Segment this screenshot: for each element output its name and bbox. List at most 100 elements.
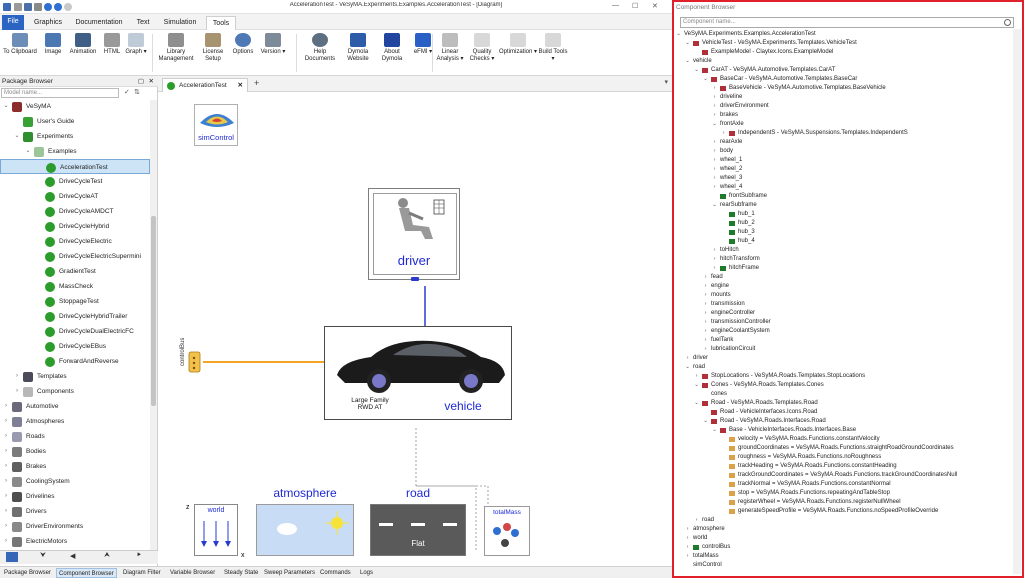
package-item[interactable]: User's Guide: [0, 114, 150, 129]
expand-arrow-icon[interactable]: ›: [720, 129, 727, 138]
tab-graphics[interactable]: Graphics: [30, 16, 66, 30]
expand-arrow-icon[interactable]: ›: [693, 516, 700, 525]
html-button[interactable]: HTML: [100, 33, 124, 56]
animation-button[interactable]: Animation: [66, 33, 100, 56]
to-clipboard-button[interactable]: To Clipboard: [0, 33, 40, 56]
library-management-button[interactable]: Library Management: [156, 33, 196, 63]
graph-button[interactable]: Graph ▾: [124, 33, 148, 56]
tab-simulation[interactable]: Simulation: [160, 16, 200, 30]
expand-arrow-icon[interactable]: ›: [702, 282, 709, 291]
close-panel-icon[interactable]: ✕: [149, 76, 154, 87]
expand-arrow-icon[interactable]: ⌄: [702, 75, 709, 84]
expand-arrow-icon[interactable]: ›: [2, 474, 10, 489]
expand-arrow-icon[interactable]: ›: [684, 552, 691, 561]
package-item[interactable]: AccelerationTest: [0, 159, 150, 174]
package-item[interactable]: › Brakes: [0, 459, 150, 474]
expand-arrow-icon[interactable]: ›: [702, 273, 709, 282]
totalmass-block[interactable]: totalMass: [484, 506, 530, 556]
package-item[interactable]: DriveCycleDualElectricFC: [0, 324, 150, 339]
options-button[interactable]: Options: [228, 33, 258, 56]
nav-right-icon[interactable]: ⯈: [136, 552, 142, 560]
dymola-website-button[interactable]: Dymola Website: [340, 33, 376, 63]
quality-checks-button[interactable]: Quality Checks ▾: [466, 33, 498, 63]
tab-package-browser[interactable]: Package Browser: [2, 568, 53, 578]
package-item[interactable]: DriveCycleElectric: [0, 234, 150, 249]
optimization-button[interactable]: Optimization ▾: [498, 33, 538, 56]
tab-logs[interactable]: Logs: [358, 568, 375, 578]
expand-arrow-icon[interactable]: ›: [711, 93, 718, 102]
expand-arrow-icon[interactable]: ›: [711, 84, 718, 93]
road-block[interactable]: Flat: [370, 504, 466, 556]
expand-arrow-icon[interactable]: ›: [2, 459, 10, 474]
pin-icon[interactable]: ▢: [138, 76, 144, 87]
new-file-icon[interactable]: [14, 3, 22, 11]
expand-arrow-icon[interactable]: ›: [702, 345, 709, 354]
sort-icon[interactable]: ⇅: [134, 88, 140, 96]
package-item[interactable]: DriveCycleAT: [0, 189, 150, 204]
package-item[interactable]: DriveCycleAMDCT: [0, 204, 150, 219]
expand-arrow-icon[interactable]: ⌄: [684, 363, 691, 372]
model-name-filter[interactable]: Model name...: [1, 88, 119, 98]
package-item[interactable]: MassCheck: [0, 279, 150, 294]
package-item[interactable]: DriveCycleHybrid: [0, 219, 150, 234]
expand-arrow-icon[interactable]: ⌄: [693, 399, 700, 408]
package-item[interactable]: › Bodies: [0, 444, 150, 459]
filter-toggle-icon[interactable]: ✓: [124, 88, 130, 96]
expand-arrow-icon[interactable]: ›: [2, 414, 10, 429]
version-button[interactable]: Version ▾: [258, 33, 288, 56]
expand-arrow-icon[interactable]: ›: [711, 138, 718, 147]
package-item[interactable]: › DriverEnvironments: [0, 519, 150, 534]
tab-file[interactable]: File: [2, 15, 24, 30]
expand-arrow-icon[interactable]: ›: [684, 543, 691, 552]
package-item[interactable]: ForwardAndReverse: [0, 354, 150, 369]
package-item[interactable]: › Templates: [0, 369, 150, 384]
tab-commands[interactable]: Commands: [318, 568, 353, 578]
package-item[interactable]: › Roads: [0, 429, 150, 444]
tab-tools[interactable]: Tools: [206, 16, 236, 30]
expand-arrow-icon[interactable]: ›: [711, 246, 718, 255]
expand-arrow-icon[interactable]: ›: [702, 309, 709, 318]
package-item[interactable]: DriveCycleTest: [0, 174, 150, 189]
driver-output-port[interactable]: [411, 277, 419, 281]
close-icon[interactable]: ✕: [652, 2, 658, 10]
library-window-icon[interactable]: [6, 552, 18, 562]
close-circle-icon[interactable]: [64, 3, 72, 11]
expand-arrow-icon[interactable]: ›: [702, 300, 709, 309]
expand-arrow-icon[interactable]: ›: [13, 369, 21, 384]
expand-arrow-icon[interactable]: ›: [13, 384, 21, 399]
expand-arrow-icon[interactable]: ›: [711, 111, 718, 120]
expand-arrow-icon[interactable]: ⌄: [2, 99, 10, 114]
expand-arrow-icon[interactable]: ›: [711, 255, 718, 264]
expand-arrow-icon[interactable]: ›: [2, 534, 10, 549]
expand-arrow-icon[interactable]: ›: [711, 183, 718, 192]
expand-arrow-icon[interactable]: ›: [711, 174, 718, 183]
maximize-icon[interactable]: ☐: [632, 2, 638, 10]
expand-arrow-icon[interactable]: ›: [702, 318, 709, 327]
expand-arrow-icon[interactable]: ⌄: [13, 129, 21, 144]
package-item[interactable]: › Atmospheres: [0, 414, 150, 429]
expand-arrow-icon[interactable]: ⌄: [675, 30, 682, 39]
tab-component-browser[interactable]: Component Browser: [56, 568, 117, 578]
atmosphere-block[interactable]: [256, 504, 354, 556]
package-item[interactable]: › CoolingSystem: [0, 474, 150, 489]
package-item[interactable]: GradientTest: [0, 264, 150, 279]
expand-arrow-icon[interactable]: ›: [684, 354, 691, 363]
minimize-icon[interactable]: —: [612, 2, 619, 9]
save-icon[interactable]: [24, 3, 32, 11]
stop-icon[interactable]: [54, 3, 62, 11]
expand-arrow-icon[interactable]: ›: [711, 264, 718, 273]
package-item[interactable]: DriveCycleEBus: [0, 339, 150, 354]
expand-arrow-icon[interactable]: ›: [711, 165, 718, 174]
tab-documentation[interactable]: Documentation: [72, 16, 126, 30]
expand-arrow-icon[interactable]: ⌄: [702, 417, 709, 426]
expand-arrow-icon[interactable]: ›: [2, 429, 10, 444]
package-item[interactable]: ⌄ VeSyMA: [0, 99, 150, 114]
tab-diagram-filter[interactable]: Diagram Filter: [121, 568, 163, 578]
expand-arrow-icon[interactable]: ›: [684, 525, 691, 534]
expand-arrow-icon[interactable]: ⌄: [711, 120, 718, 129]
add-tab-icon[interactable]: +: [254, 78, 259, 88]
expand-arrow-icon[interactable]: ›: [2, 504, 10, 519]
search-icon[interactable]: [1004, 19, 1011, 26]
component-scrollbar[interactable]: [1013, 29, 1021, 574]
tab-sweep-parameters[interactable]: Sweep Parameters: [262, 568, 317, 578]
